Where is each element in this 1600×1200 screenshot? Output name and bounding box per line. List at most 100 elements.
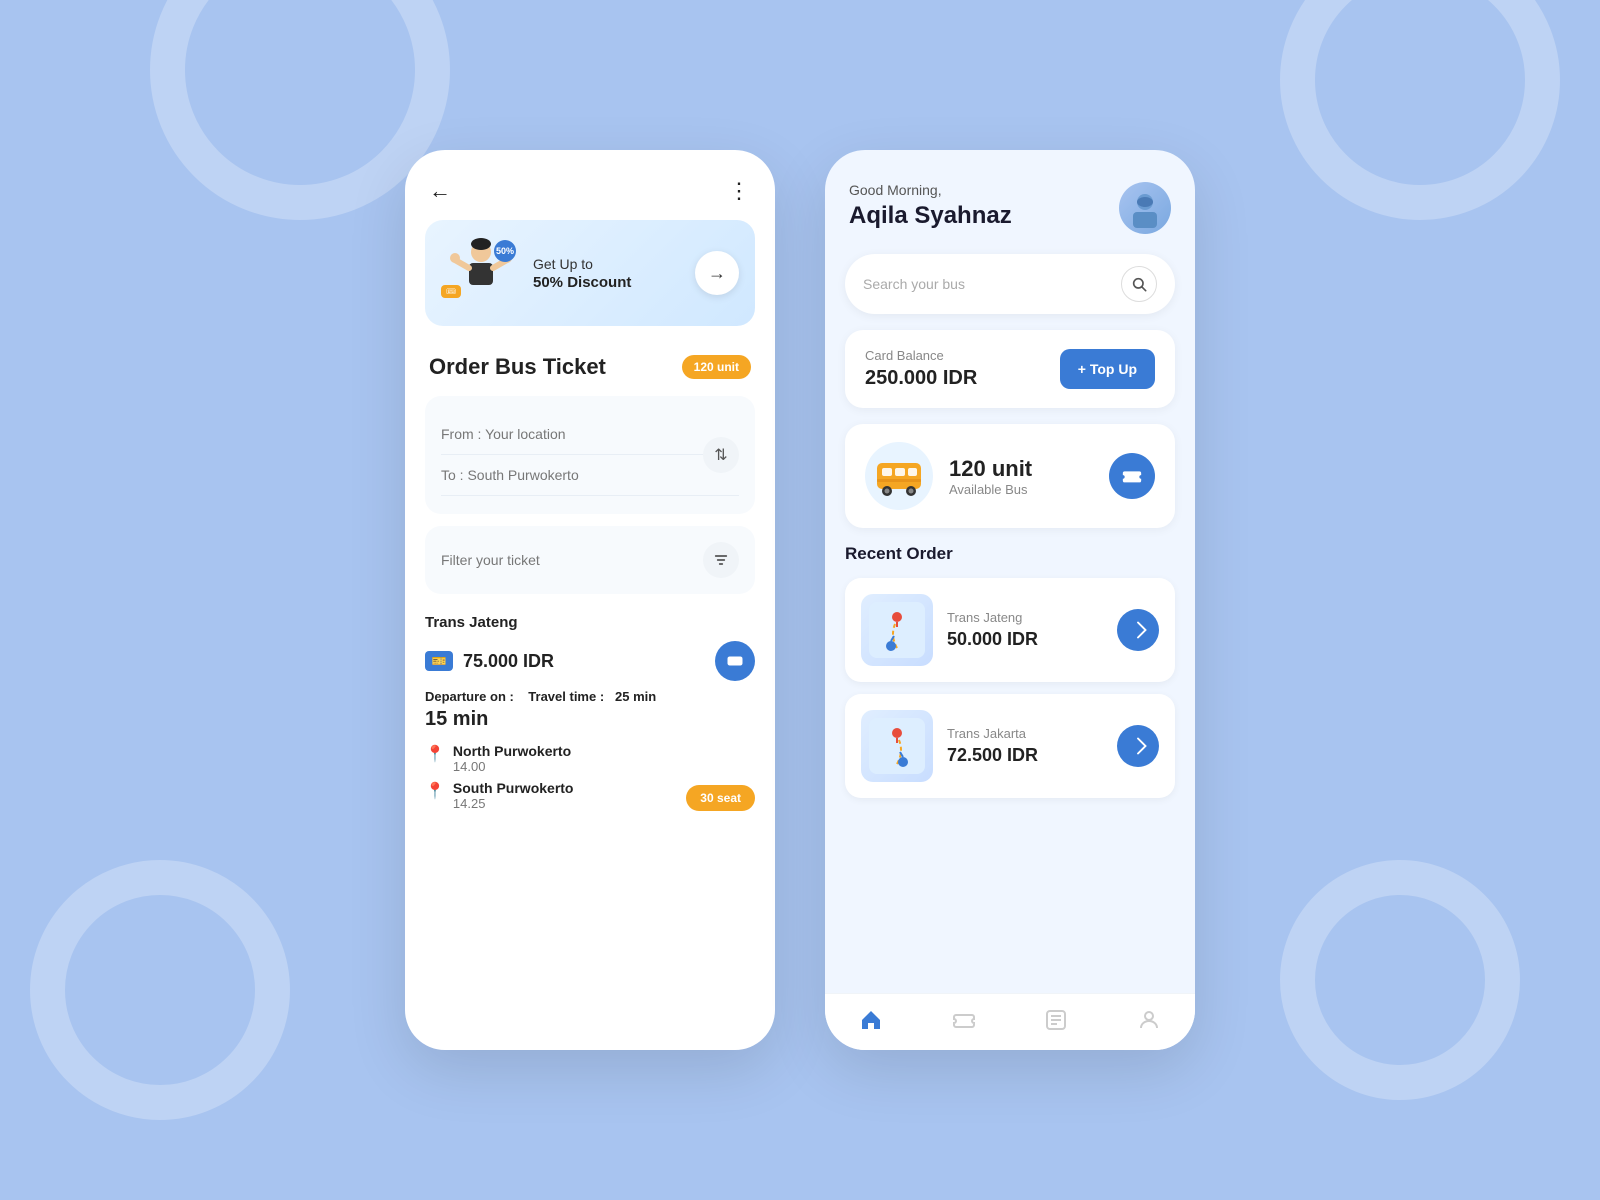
stop2-name: South Purwokerto <box>453 780 678 796</box>
seat-badge: 30 seat <box>686 785 755 811</box>
swap-button[interactable]: ⇅ <box>703 437 739 473</box>
page-title: Order Bus Ticket <box>429 354 606 380</box>
bus-text-info: 120 unit Available Bus <box>949 456 1032 497</box>
order-2-nav-button[interactable] <box>1117 725 1159 767</box>
promo-text: Get Up to 50% Discount <box>533 255 683 292</box>
avatar[interactable] <box>1119 182 1171 234</box>
wait-time: 15 min <box>425 708 755 731</box>
ticket-price-row: 75.000 IDR <box>425 641 755 681</box>
unit-badge: 120 unit <box>682 355 751 379</box>
departure-row: Departure on : Travel time : 25 min <box>425 689 755 704</box>
stop1-row: 📍 North Purwokerto 14.00 <box>425 743 755 774</box>
from-field[interactable]: From : Your location <box>441 414 739 455</box>
bus-card: 120 unit Available Bus <box>845 424 1175 528</box>
stop2-info: South Purwokerto 14.25 <box>453 780 678 811</box>
route-svg-1 <box>869 602 925 658</box>
avatar-svg <box>1125 188 1165 228</box>
phones-container: ← ⋮ <box>405 150 1195 1050</box>
order-2-price: 72.500 IDR <box>947 745 1103 766</box>
filter-card: Filter your ticket <box>425 526 755 594</box>
profile-nav-icon <box>1137 1008 1161 1032</box>
nav-ticket[interactable] <box>952 1008 976 1032</box>
search-placeholder: Search your bus <box>863 276 965 292</box>
bg-decoration-3 <box>1280 0 1560 220</box>
bg-decoration-4 <box>1280 860 1520 1100</box>
balance-label: Card Balance <box>865 348 977 363</box>
stop2-dot: 📍 <box>425 781 445 801</box>
order-card-2: Trans Jakarta 72.500 IDR <box>845 694 1175 798</box>
promo-title-line2: 50% Discount <box>533 274 683 291</box>
more-options-button[interactable]: ⋮ <box>728 178 751 204</box>
stop1-name: North Purwokerto <box>453 743 755 759</box>
bus-available: Available Bus <box>949 482 1032 497</box>
order-1-info: Trans Jateng 50.000 IDR <box>947 610 1103 650</box>
ticket-price: 75.000 IDR <box>463 651 554 672</box>
order-1-nav-button[interactable] <box>1117 609 1159 651</box>
order-2-provider: Trans Jakarta <box>947 726 1103 741</box>
promo-badge: 50% <box>494 240 516 262</box>
from-label: From : Your location <box>441 426 739 442</box>
stop1-dot: 📍 <box>425 744 445 764</box>
order-map-thumb-1 <box>861 594 933 666</box>
back-button[interactable]: ← <box>429 178 451 204</box>
order-1-provider: Trans Jateng <box>947 610 1103 625</box>
route-svg-2 <box>869 718 925 774</box>
bus-ticket-button[interactable] <box>1109 453 1155 499</box>
route-form-card: From : Your location To : South Purwoker… <box>425 396 755 514</box>
order-card-1: Trans Jateng 50.000 IDR <box>845 578 1175 682</box>
travel-time: 25 min <box>615 689 656 704</box>
filter-label: Filter your ticket <box>441 552 540 568</box>
nav-history[interactable] <box>1044 1008 1068 1032</box>
bus-icon-wrapper <box>865 442 933 510</box>
balance-info: Card Balance 250.000 IDR <box>865 348 977 390</box>
balance-amount: 250.000 IDR <box>865 367 977 390</box>
travel-label: Travel time : <box>528 689 604 704</box>
promo-banner: 50% 🎟 Get Up to 50% Discount → <box>425 220 755 326</box>
search-button[interactable] <box>1121 266 1157 302</box>
promo-arrow-button[interactable]: → <box>695 251 739 295</box>
to-label: To : South Purwokerto <box>441 467 739 483</box>
promo-title-line1: Get Up to <box>533 255 683 275</box>
promo-illustration: 50% 🎟 <box>441 238 521 308</box>
search-bar[interactable]: Search your bus <box>845 254 1175 314</box>
bottom-nav <box>825 993 1195 1050</box>
nav-profile[interactable] <box>1137 1008 1161 1032</box>
greeting-small: Good Morning, <box>849 182 1012 198</box>
ticket-price-left: 75.000 IDR <box>425 651 554 672</box>
nav-home[interactable] <box>859 1008 883 1032</box>
departure-label: Departure on : <box>425 689 514 704</box>
ticket-section: Trans Jateng 75.000 IDR Departure on : T… <box>405 614 775 841</box>
left-phone-header: ← ⋮ <box>405 150 775 220</box>
ticket-nav-icon <box>952 1008 976 1032</box>
bus-svg <box>873 455 925 497</box>
bus-count: 120 unit <box>949 456 1032 482</box>
order-1-price: 50.000 IDR <box>947 629 1103 650</box>
right-phone-header: Good Morning, Aqila Syahnaz <box>825 150 1195 254</box>
history-nav-icon <box>1044 1008 1068 1032</box>
recent-title: Recent Order <box>845 544 1175 564</box>
ticket-icon <box>425 651 453 671</box>
stop1-time: 14.00 <box>453 759 755 774</box>
bus-info-left: 120 unit Available Bus <box>865 442 1032 510</box>
left-phone: ← ⋮ <box>405 150 775 1050</box>
stop1-info: North Purwokerto 14.00 <box>453 743 755 774</box>
home-icon <box>859 1008 883 1032</box>
order-map-thumb-2 <box>861 710 933 782</box>
to-field[interactable]: To : South Purwokerto <box>441 455 739 496</box>
title-row: Order Bus Ticket 120 unit <box>405 346 775 396</box>
recent-section: Recent Order <box>825 544 1195 798</box>
right-phone: Good Morning, Aqila Syahnaz Search your … <box>825 150 1195 1050</box>
balance-card: Card Balance 250.000 IDR + Top Up <box>845 330 1175 408</box>
greeting-block: Good Morning, Aqila Syahnaz <box>849 182 1012 230</box>
filter-button[interactable] <box>703 542 739 578</box>
form-section: From : Your location To : South Purwoker… <box>405 396 775 594</box>
stop2-time: 14.25 <box>453 796 678 811</box>
stop2-row: 📍 South Purwokerto 14.25 30 seat <box>425 780 755 811</box>
greeting-name: Aqila Syahnaz <box>849 202 1012 230</box>
ticket-promo-icon: 🎟 <box>441 285 461 298</box>
buy-ticket-button[interactable] <box>715 641 755 681</box>
order-2-info: Trans Jakarta 72.500 IDR <box>947 726 1103 766</box>
bg-decoration-2 <box>30 860 290 1120</box>
topup-button[interactable]: + Top Up <box>1060 349 1155 389</box>
ticket-provider: Trans Jateng <box>425 614 755 631</box>
